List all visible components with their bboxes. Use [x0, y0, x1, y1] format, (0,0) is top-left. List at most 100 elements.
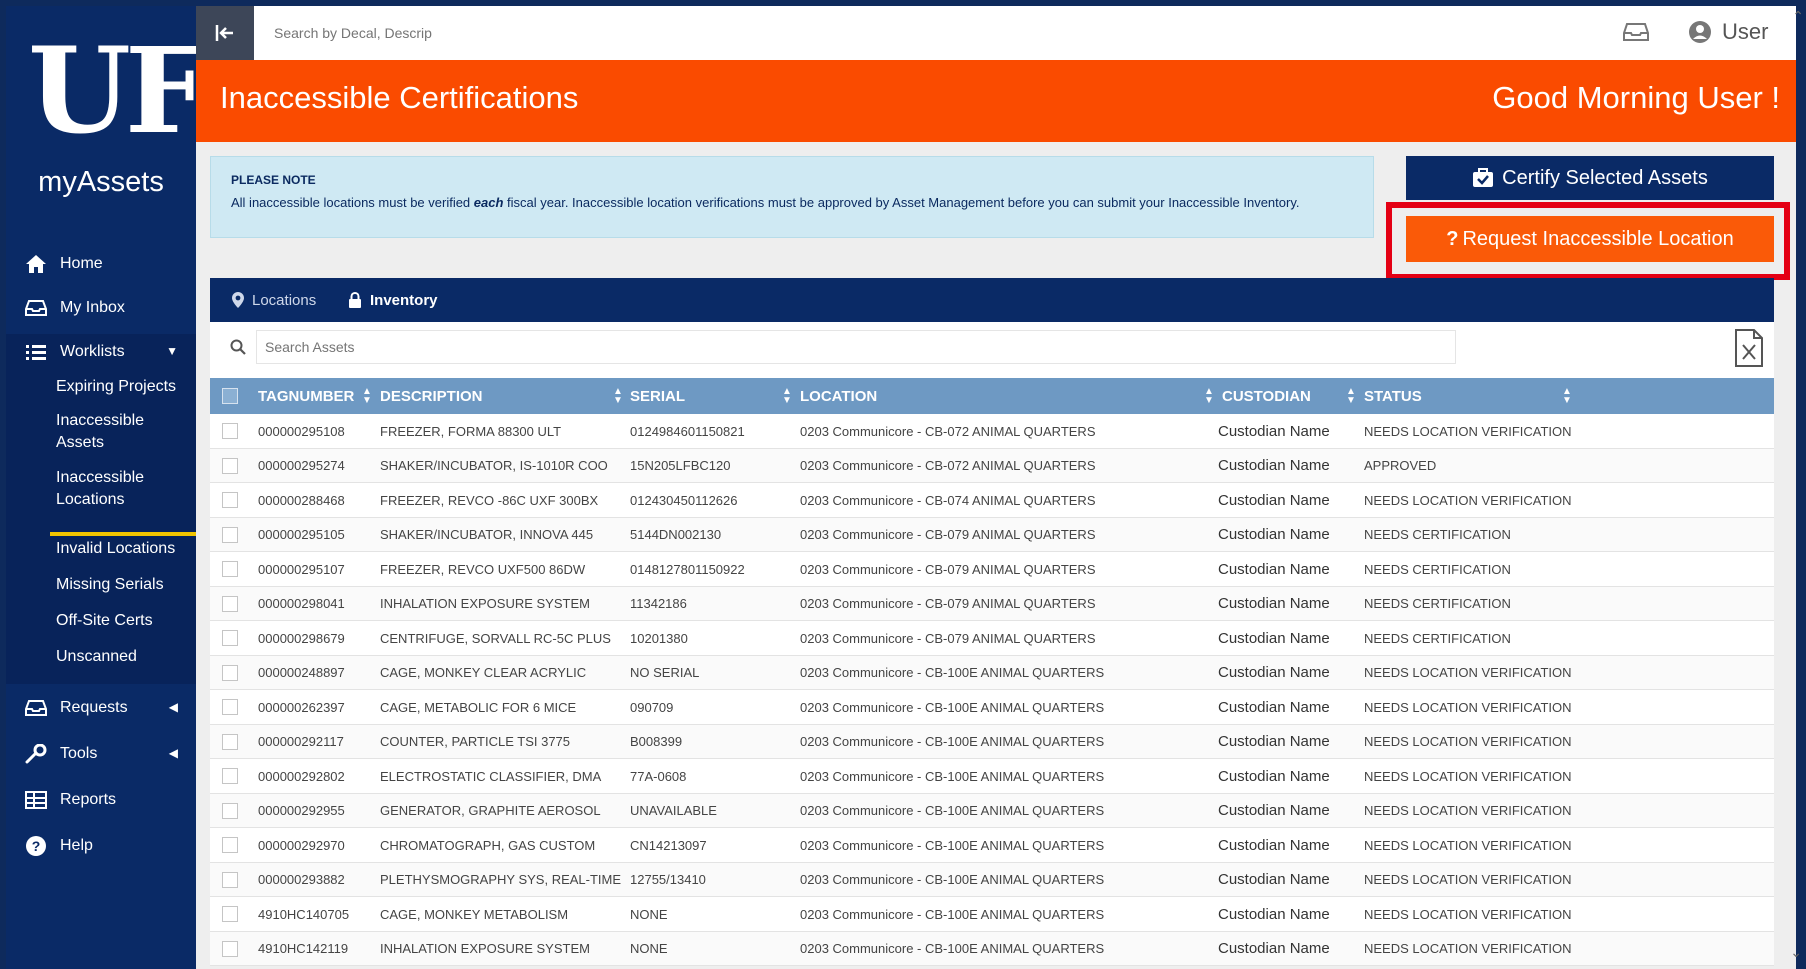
global-search-input[interactable] — [274, 22, 444, 44]
table-cell-status: NEEDS LOCATION VERIFICATION — [1364, 803, 1572, 818]
table-cell-status: NEEDS LOCATION VERIFICATION — [1364, 941, 1572, 956]
table-row[interactable]: 000000292955 GENERATOR, GRAPHITE AEROSOL U… — [210, 793, 1774, 828]
sort-icon[interactable]: ▲ ▼ — [1204, 387, 1214, 406]
column-header[interactable]: STATUS — [1364, 378, 1422, 414]
row-checkbox-cell — [222, 449, 238, 483]
sidebar-item-worklists[interactable]: Worklists ▼ — [6, 332, 196, 372]
row-checkbox[interactable] — [222, 940, 238, 957]
column-header[interactable]: TAGNUMBER — [258, 378, 354, 414]
sidebar-item-help[interactable]: ? Help — [6, 826, 196, 866]
sidebar-item-tools[interactable]: Tools ◀ — [6, 734, 196, 774]
row-checkbox[interactable] — [222, 526, 238, 543]
table-row[interactable]: 000000292117 COUNTER, PARTICLE TSI 3775 B0… — [210, 724, 1774, 759]
table-cell-custodian: Custodian Name — [1218, 802, 1330, 819]
tab-inventory[interactable]: Inventory — [348, 278, 438, 322]
inbox-icon[interactable] — [1622, 20, 1650, 44]
sidebar-item-home[interactable]: Home — [6, 244, 196, 284]
collapse-sidebar-button[interactable] — [196, 6, 254, 60]
scroll-up-arrow[interactable]: ⌃ — [1792, 8, 1804, 25]
row-checkbox[interactable] — [222, 733, 238, 750]
table-cell-location: 0203 Communicore - CB-100E ANIMAL QUARTE… — [800, 837, 1105, 853]
table-row[interactable]: 000000298041 INHALATION EXPOSURE SYSTEM 11… — [210, 586, 1774, 621]
row-checkbox-cell — [222, 897, 238, 931]
certify-selected-assets-button[interactable]: Certify Selected Assets — [1406, 156, 1774, 200]
request-inaccessible-location-button[interactable]: ? Request Inaccessible Location — [1406, 216, 1774, 262]
row-checkbox[interactable] — [222, 906, 238, 922]
sidebar: UF myAssets Home My Inbox Worklists ▼ Ex… — [6, 6, 209, 969]
row-checkbox[interactable] — [222, 595, 238, 612]
sidebar-item-reports[interactable]: Reports — [6, 780, 196, 820]
row-checkbox[interactable] — [222, 802, 238, 819]
row-checkbox[interactable] — [222, 457, 238, 474]
table-cell-serial: NONE — [630, 906, 668, 922]
row-checkbox[interactable] — [222, 492, 238, 508]
sort-icon[interactable]: ▲ ▼ — [782, 387, 792, 406]
sub-item-invalid-locations[interactable]: Invalid Locations — [56, 538, 191, 560]
row-checkbox-cell — [222, 587, 238, 621]
table-cell-serial: NONE — [630, 941, 668, 956]
wrench-icon — [24, 744, 48, 764]
row-checkbox[interactable] — [222, 630, 238, 646]
export-excel-icon[interactable] — [1734, 328, 1764, 368]
row-checkbox[interactable] — [222, 699, 238, 715]
user-name[interactable]: User — [1722, 19, 1768, 45]
table-row[interactable]: 000000292970 CHROMATOGRAPH, GAS CUSTOM CN1… — [210, 828, 1774, 863]
table-row[interactable]: 000000292802 ELECTROSTATIC CLASSIFIER, DM… — [210, 759, 1774, 794]
table-cell-tagnumber: 000000292970 — [258, 837, 345, 853]
top-bar: User — [196, 6, 1796, 60]
tabs-bar: Locations Inventory — [210, 278, 1774, 322]
column-header[interactable]: SERIAL — [630, 378, 685, 414]
column-header[interactable]: CUSTODIAN — [1222, 378, 1311, 414]
row-checkbox[interactable] — [222, 871, 238, 888]
select-all-checkbox[interactable] — [222, 388, 238, 404]
table-row[interactable]: 4910HC142119 INHALATION EXPOSURE SYSTEM NO… — [210, 931, 1774, 966]
uf-logo: UF — [28, 21, 209, 160]
certify-icon — [1473, 168, 1494, 187]
sub-item-unscanned[interactable]: Unscanned — [56, 646, 191, 668]
table-row[interactable]: 000000295274 SHAKER/INCUBATOR, IS-1010R C… — [210, 448, 1774, 483]
table-cell-description: PLETHYSMOGRAPHY SYS, REAL-TIME — [380, 872, 622, 887]
table-row[interactable]: 000000298679 CENTRIFUGE, SORVALL RC-5C PL… — [210, 621, 1774, 656]
column-header[interactable]: DESCRIPTION — [380, 378, 483, 414]
row-checkbox[interactable] — [222, 561, 238, 577]
table-row[interactable]: 000000248897 CAGE, MONKEY CLEAR ACRYLIC NO… — [210, 655, 1774, 690]
sub-item-missing-serials[interactable]: Missing Serials — [56, 574, 191, 596]
column-header[interactable]: LOCATION — [800, 378, 877, 414]
row-checkbox-cell — [222, 414, 238, 448]
sub-item-expiring-projects[interactable]: Expiring Projects — [56, 376, 191, 398]
table-cell-serial: 012430450112626 — [630, 492, 738, 508]
table-cell-description: FREEZER, REVCO -86C UXF 300BX — [380, 492, 599, 508]
asset-search-input[interactable] — [256, 330, 1456, 364]
table-row[interactable]: 000000293882 PLETHYSMOGRAPHY SYS, REAL-TI… — [210, 862, 1774, 897]
sub-item-inaccessible-assets[interactable]: Inaccessible Assets — [56, 410, 191, 454]
sort-icon[interactable]: ▲ ▼ — [613, 387, 623, 406]
table-cell-tagnumber: 000000262397 — [258, 699, 345, 715]
tab-locations[interactable]: Locations — [232, 278, 316, 322]
table-cell-location: 0203 Communicore - CB-072 ANIMAL QUARTER… — [800, 458, 1096, 473]
row-checkbox[interactable] — [222, 423, 238, 439]
row-checkbox-cell — [222, 794, 238, 828]
row-checkbox[interactable] — [222, 837, 238, 853]
table-cell-tagnumber: 000000292117 — [258, 734, 344, 749]
table-cell-description: COUNTER, PARTICLE TSI 3775 — [380, 734, 571, 749]
table-row[interactable]: 000000295105 SHAKER/INCUBATOR, INNOVA 445… — [210, 517, 1774, 552]
select-all-checkbox-cell[interactable] — [222, 378, 238, 414]
row-checkbox[interactable] — [222, 768, 238, 784]
table-row[interactable]: 4910HC140705 CAGE, MONKEY METABOLISM NONE 0… — [210, 897, 1774, 932]
table-row[interactable]: 000000295108 FREEZER, FORMA 88300 ULT 0124… — [210, 414, 1774, 449]
sidebar-item-my-inbox[interactable]: My Inbox — [6, 288, 196, 328]
table-row[interactable]: 000000295107 FREEZER, REVCO UXF500 86DW 01… — [210, 552, 1774, 587]
sort-icon[interactable]: ▲ ▼ — [362, 387, 372, 406]
sort-icon[interactable]: ▲ ▼ — [1346, 387, 1356, 406]
table-row[interactable]: 000000288468 FREEZER, REVCO -86C UXF 300B… — [210, 483, 1774, 518]
scroll-down-arrow[interactable]: ⌄ — [1790, 944, 1802, 961]
sort-icon[interactable]: ▲ ▼ — [1562, 387, 1572, 406]
table-row[interactable]: 000000262397 CAGE, METABOLIC FOR 6 MICE 09… — [210, 690, 1774, 725]
sidebar-item-requests[interactable]: Requests ◀ — [6, 688, 196, 728]
table-cell-location: 0203 Communicore - CB-100E ANIMAL QUARTE… — [800, 941, 1105, 956]
table-cell-serial: 5144DN002130 — [630, 527, 722, 542]
row-checkbox[interactable] — [222, 664, 238, 681]
table-cell-custodian: Custodian Name — [1218, 664, 1330, 681]
sub-item-off-site-certs[interactable]: Off-Site Certs — [56, 610, 191, 632]
sub-item-inaccessible-locations[interactable]: Inaccessible Locations — [56, 467, 191, 511]
